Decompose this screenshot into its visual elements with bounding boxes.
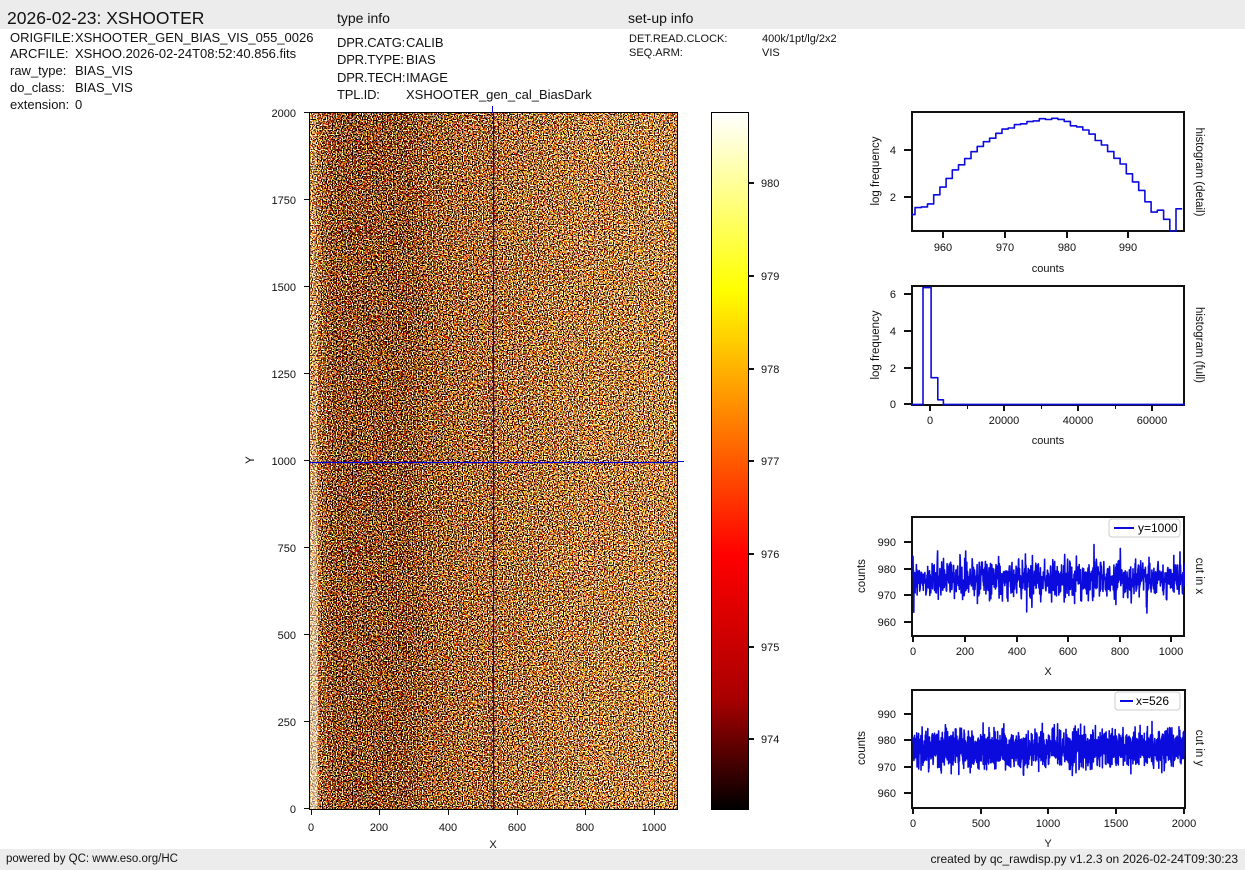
svg-text:x=526: x=526 xyxy=(1136,694,1169,708)
svg-text:y=1000: y=1000 xyxy=(1138,521,1178,535)
